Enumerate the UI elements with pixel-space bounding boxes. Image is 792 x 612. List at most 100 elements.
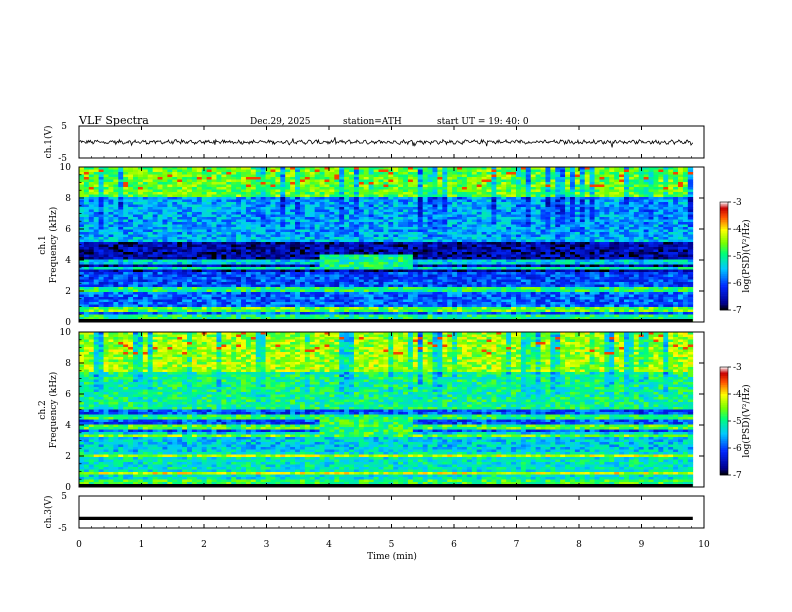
spectrogram-cell xyxy=(216,254,222,258)
spectrogram-cell xyxy=(245,314,252,318)
spectrogram-cell xyxy=(255,187,262,190)
spectrogram-cell xyxy=(241,169,247,173)
spectrogram-cell xyxy=(461,294,468,298)
spectrogram-cell xyxy=(309,292,316,295)
spectrogram-cell xyxy=(255,209,262,213)
spectrogram-cell xyxy=(83,272,90,275)
spectrogram-cell xyxy=(182,267,188,270)
spectrogram-cell xyxy=(177,172,183,175)
spectrogram-cell xyxy=(304,302,311,305)
spectrogram-cell xyxy=(329,282,335,285)
spectrogram-cell xyxy=(407,279,414,283)
spectrogram-cell xyxy=(162,279,168,283)
spectrogram-cell xyxy=(280,294,286,298)
spectrogram-cell xyxy=(98,257,104,260)
spectrogram-cell xyxy=(177,219,183,223)
spectrogram-cell xyxy=(452,299,458,303)
spectrogram-cell xyxy=(349,224,355,228)
spectrogram-cell xyxy=(412,274,419,278)
spectrogram-cell xyxy=(172,182,178,185)
spectrogram-cell xyxy=(447,242,453,245)
spectrogram-cell xyxy=(349,274,355,278)
spectrogram-cell xyxy=(226,204,232,208)
spectrogram-cell xyxy=(452,219,458,223)
spectrogram-cell xyxy=(285,189,291,193)
spectrogram-cell xyxy=(299,182,306,185)
spectrogram-cell xyxy=(201,184,208,188)
spectrogram-cell xyxy=(349,297,355,300)
spectrogram-cell xyxy=(466,207,473,210)
spectrogram-cell xyxy=(128,282,134,285)
spectrogram-cell xyxy=(368,307,374,310)
spectrogram-cell xyxy=(319,297,325,300)
spectrogram-cell xyxy=(398,247,404,250)
spectrogram-cell xyxy=(206,229,212,233)
spectrogram-cell xyxy=(221,249,227,253)
spectrogram-cell xyxy=(466,227,473,230)
spectrogram-cell xyxy=(187,277,193,280)
spectrogram-cell xyxy=(103,194,109,198)
spectrogram-cell xyxy=(245,234,252,238)
spectrogram-cell xyxy=(152,297,158,300)
spectrogram-cell xyxy=(314,229,320,233)
spectrogram-cell xyxy=(216,277,222,280)
spectrogram-cell xyxy=(447,197,453,200)
spectrogram-cell xyxy=(137,227,144,230)
spectrogram-cell xyxy=(422,247,429,250)
spectrogram-cell xyxy=(290,199,296,203)
spectrogram-cell xyxy=(196,174,203,178)
spectrogram-cell xyxy=(290,269,296,273)
spectrogram-cell xyxy=(383,214,389,218)
spectrogram-cell xyxy=(393,214,399,218)
spectrogram-cell xyxy=(466,212,473,215)
spectrogram-cell xyxy=(162,194,168,198)
spectrogram-cell xyxy=(329,184,335,188)
spectrogram-cell xyxy=(137,194,144,198)
spectrogram-cell xyxy=(231,249,237,253)
spectrogram-cell xyxy=(437,304,443,308)
spectrogram-cell xyxy=(236,279,242,283)
spectrogram-cell xyxy=(206,314,212,318)
spectrogram-cell xyxy=(339,224,345,228)
spectrogram-cell xyxy=(113,304,119,308)
spectrogram-cell xyxy=(157,209,163,213)
spectrogram-cell xyxy=(363,209,370,213)
spectrogram-cell xyxy=(398,199,404,203)
spectrogram-cell xyxy=(344,227,350,230)
spectrogram-cell xyxy=(133,257,139,260)
spectrogram-cell xyxy=(133,184,139,188)
spectrogram-cell xyxy=(231,232,237,235)
spectrogram-cell xyxy=(324,189,330,193)
spectrogram-cell xyxy=(432,184,438,188)
spectrogram-cell xyxy=(162,169,168,173)
spectrogram-cell xyxy=(128,172,134,175)
spectrogram-cell xyxy=(452,292,458,295)
spectrogram-cell xyxy=(280,177,286,180)
spectrogram-cell xyxy=(157,214,163,218)
spectrogram-cell xyxy=(152,279,158,283)
spectrogram-cell xyxy=(191,284,198,288)
spectrogram-cell xyxy=(270,237,276,240)
spectrogram-cell xyxy=(226,202,232,205)
spectrogram-cell xyxy=(241,222,247,225)
spectrogram-cell xyxy=(314,187,320,190)
spectrogram-cell xyxy=(260,267,266,270)
spectrogram-cell xyxy=(412,189,419,193)
spectrogram-cell xyxy=(216,189,222,193)
spectrogram-cell xyxy=(201,272,208,275)
spectrogram-cell xyxy=(324,264,330,268)
spectrogram-cell xyxy=(452,217,458,220)
spectrogram-cell xyxy=(368,232,374,235)
spectrogram-cell xyxy=(358,182,365,185)
spectrogram-cell xyxy=(349,252,355,255)
spectrogram-cell xyxy=(437,212,443,215)
spectrogram-cell xyxy=(280,174,286,178)
spectrogram-cell xyxy=(299,269,306,273)
spectrogram-cell xyxy=(128,252,134,255)
spectrogram-cell xyxy=(398,262,404,265)
spectrogram-cell xyxy=(452,197,458,200)
spectrogram-cell xyxy=(103,299,109,303)
spectrogram-cell xyxy=(172,272,178,275)
spectrogram-cell xyxy=(422,194,429,198)
spectrogram-cell xyxy=(299,277,306,280)
